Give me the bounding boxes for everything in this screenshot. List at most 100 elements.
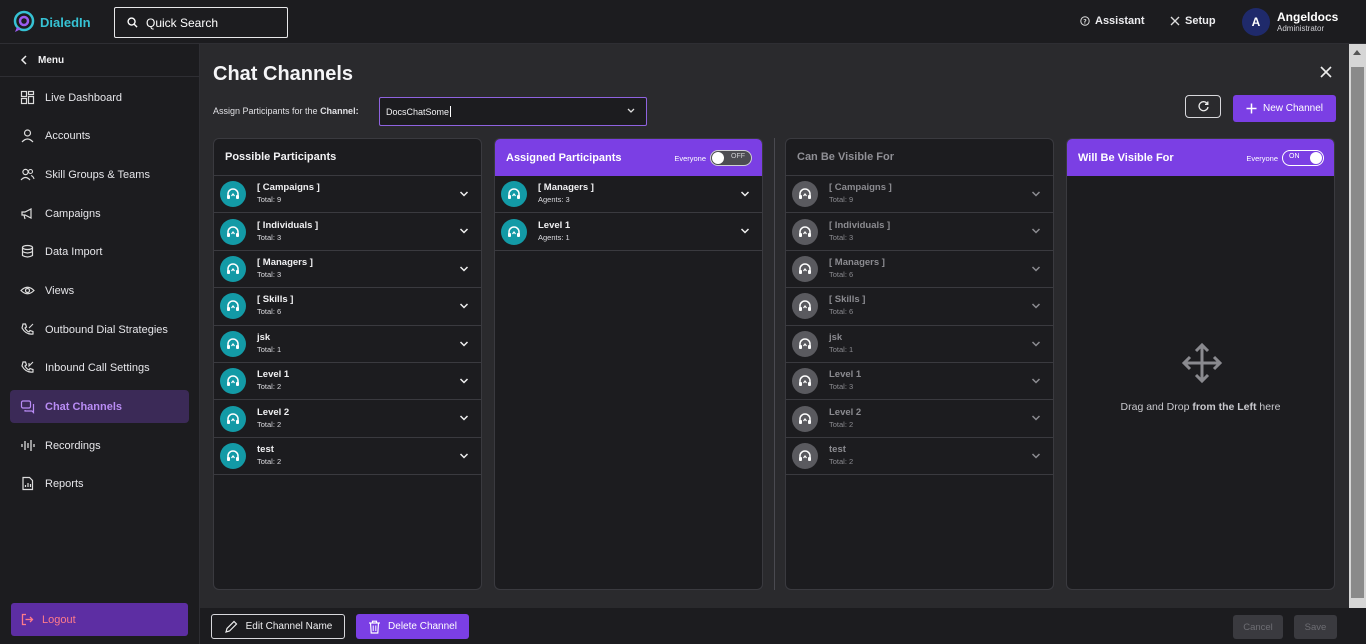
help-circle-icon: ? <box>1080 16 1090 26</box>
everyone-label: Everyone <box>1246 153 1278 163</box>
database-icon <box>21 244 34 258</box>
setup-link[interactable]: Setup <box>1170 15 1216 27</box>
sidebar-item-reports[interactable]: Reports <box>10 467 189 500</box>
headset-icon <box>220 255 246 282</box>
participant-count: Total: 1 <box>257 344 282 354</box>
chevron-down-icon[interactable] <box>740 227 750 235</box>
participant-row[interactable]: Level 1 Total: 3 <box>786 363 1053 401</box>
chevron-down-icon[interactable] <box>459 265 469 273</box>
logout-label: Logout <box>42 613 76 626</box>
chevron-down-icon[interactable] <box>459 377 469 385</box>
participant-count: Total: 3 <box>257 269 282 279</box>
participant-row[interactable]: [ Individuals ] Total: 3 <box>214 213 481 251</box>
sidebar-item-campaigns[interactable]: Campaigns <box>10 197 189 230</box>
chevron-down-icon[interactable] <box>1031 227 1041 235</box>
chevron-down-icon[interactable] <box>1031 377 1041 385</box>
menu-toggle[interactable]: Menu <box>0 44 199 77</box>
chevron-down-icon[interactable] <box>459 302 469 310</box>
everyone-toggle[interactable]: OFF <box>710 150 752 166</box>
row-text: Level 1 Total: 3 <box>829 369 861 393</box>
close-icon[interactable] <box>1318 64 1334 80</box>
quick-search-input[interactable]: Quick Search <box>114 7 288 38</box>
scroll-up-arrow-icon[interactable] <box>1353 50 1361 55</box>
refresh-button[interactable] <box>1185 95 1221 118</box>
participant-name: [ Individuals ] <box>257 219 319 231</box>
headset-icon <box>220 330 246 357</box>
toggle-knob <box>712 152 724 164</box>
participant-name: [ Individuals ] <box>829 219 891 231</box>
new-channel-button[interactable]: New Channel <box>1233 95 1336 122</box>
sidebar-item-views[interactable]: Views <box>10 274 189 307</box>
sidebar-item-chat-channels[interactable]: Chat Channels <box>10 390 189 423</box>
chevron-down-icon[interactable] <box>1031 302 1041 310</box>
chevron-down-icon[interactable] <box>459 190 469 198</box>
delete-channel-button[interactable]: Delete Channel <box>356 614 469 639</box>
chevron-down-icon[interactable] <box>459 414 469 422</box>
chevron-down-icon[interactable] <box>1031 265 1041 273</box>
row-text: jsk Total: 1 <box>829 332 853 356</box>
participant-row[interactable]: [ Managers ] Total: 6 <box>786 251 1053 289</box>
participant-row[interactable]: Level 2 Total: 2 <box>214 400 481 438</box>
sidebar-item-label: Skill Groups & Teams <box>45 168 150 181</box>
row-text: [ Campaigns ] Total: 9 <box>257 182 320 206</box>
chevron-down-icon[interactable] <box>1031 340 1041 348</box>
participant-count: Total: 2 <box>257 419 282 429</box>
participant-row[interactable]: test Total: 2 <box>214 438 481 476</box>
participant-row[interactable]: jsk Total: 1 <box>214 326 481 363</box>
participant-row[interactable]: [ Campaigns ] Total: 9 <box>214 176 481 214</box>
row-text: test Total: 2 <box>829 444 853 468</box>
chevron-down-icon[interactable] <box>459 227 469 235</box>
user-menu[interactable]: A Angeldocs Administrator <box>1242 8 1338 36</box>
edit-channel-name-button[interactable]: Edit Channel Name <box>211 614 345 639</box>
chevron-down-icon[interactable] <box>740 190 750 198</box>
channel-select[interactable]: DocsChatSome <box>379 97 647 126</box>
participant-row[interactable]: jsk Total: 1 <box>786 326 1053 363</box>
user-icon <box>21 129 34 143</box>
participant-row[interactable]: Level 1 Agents: 1 <box>495 213 762 251</box>
participant-row[interactable]: Level 2 Total: 2 <box>786 400 1053 438</box>
app-logo[interactable]: DialedIn <box>12 10 91 34</box>
participant-count: Total: 1 <box>829 344 854 354</box>
participant-row[interactable]: test Total: 2 <box>786 438 1053 476</box>
panel-title: Can Be Visible For <box>786 139 1053 176</box>
save-button[interactable]: Save <box>1294 615 1337 639</box>
chevron-down-icon[interactable] <box>459 452 469 460</box>
row-text: Level 1 Total: 2 <box>257 369 289 393</box>
drop-hint: Drag and Drop from the Left here <box>1067 401 1334 413</box>
sidebar-item-recordings[interactable]: Recordings <box>10 429 189 462</box>
sidebar-item-accounts[interactable]: Accounts <box>10 119 189 152</box>
sidebar-item-skill-groups[interactable]: Skill Groups & Teams <box>10 158 189 191</box>
avatar: A <box>1242 8 1270 36</box>
page-title: Chat Channels <box>213 63 354 85</box>
drop-hint-post: here <box>1256 401 1281 413</box>
participant-row[interactable]: Level 1 Total: 2 <box>214 363 481 401</box>
headset-icon <box>792 442 818 469</box>
participant-row[interactable]: [ Managers ] Total: 3 <box>214 251 481 289</box>
sidebar-item-data-import[interactable]: Data Import <box>10 235 189 268</box>
chevron-down-icon[interactable] <box>1031 414 1041 422</box>
participant-row[interactable]: [ Skills ] Total: 6 <box>214 288 481 326</box>
headset-icon <box>792 181 818 208</box>
participant-row[interactable]: [ Campaigns ] Total: 9 <box>786 176 1053 214</box>
sidebar-item-inbound-call-settings[interactable]: Inbound Call Settings <box>10 351 189 384</box>
scrollbar[interactable] <box>1349 44 1366 608</box>
sidebar-item-live-dashboard[interactable]: Live Dashboard <box>10 81 189 114</box>
setup-label: Setup <box>1185 15 1216 27</box>
logout-button[interactable]: Logout <box>11 603 188 636</box>
new-channel-label: New Channel <box>1262 103 1324 114</box>
chevron-down-icon[interactable] <box>1031 190 1041 198</box>
plus-icon <box>1246 103 1257 114</box>
assistant-link[interactable]: ? Assistant <box>1080 15 1145 27</box>
everyone-toggle[interactable]: ON <box>1282 150 1324 166</box>
scrollbar-thumb[interactable] <box>1351 67 1364 598</box>
participant-row[interactable]: [ Individuals ] Total: 3 <box>786 213 1053 251</box>
chevron-down-icon[interactable] <box>1031 452 1041 460</box>
participant-row[interactable]: [ Managers ] Agents: 3 <box>495 176 762 214</box>
pencil-icon <box>224 620 237 633</box>
sidebar-item-outbound-dial-strategies[interactable]: Outbound Dial Strategies <box>10 313 189 346</box>
participant-row[interactable]: [ Skills ] Total: 6 <box>786 288 1053 326</box>
chat-icon <box>20 400 35 414</box>
refresh-icon <box>1197 101 1209 112</box>
cancel-button[interactable]: Cancel <box>1233 615 1283 639</box>
chevron-down-icon[interactable] <box>459 340 469 348</box>
